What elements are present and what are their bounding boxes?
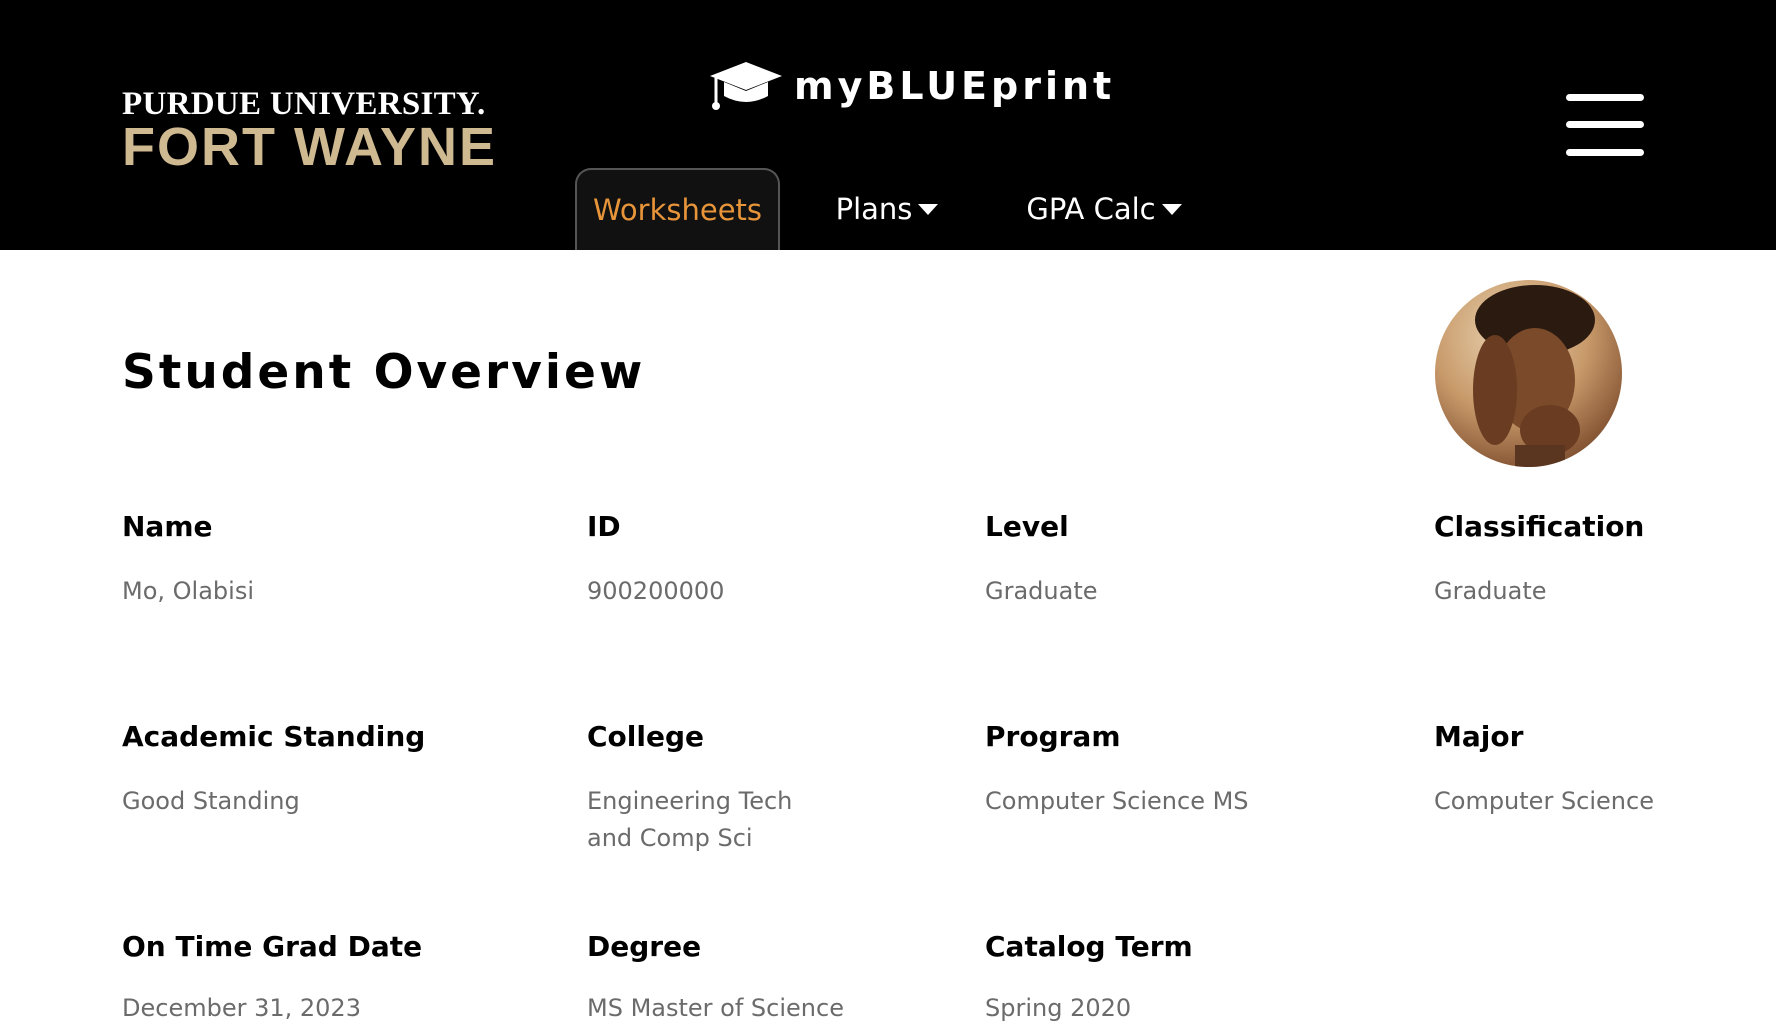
id-value: 900200000 <box>587 577 725 605</box>
classification-label: Classification <box>1434 510 1645 543</box>
college-value-line1: Engineering Tech <box>587 787 793 815</box>
tab-gpa-calc-label: GPA Calc <box>1026 192 1156 226</box>
university-logo[interactable]: PURDUE UNIVERSITY. FORT WAYNE <box>122 86 498 177</box>
catalog-term-label: Catalog Term <box>985 930 1193 963</box>
avatar <box>1435 280 1622 467</box>
degree-value: MS Master of Science <box>587 994 844 1022</box>
program-label: Program <box>985 720 1121 753</box>
on-time-grad-date-label: On Time Grad Date <box>122 930 423 963</box>
academic-standing-label: Academic Standing <box>122 720 426 753</box>
main-nav: Worksheets Plans GPA Calc <box>0 168 1776 250</box>
tab-plans-label: Plans <box>835 192 913 226</box>
program-value: Computer Science MS <box>985 787 1249 815</box>
level-label: Level <box>985 510 1069 543</box>
on-time-grad-date-value: December 31, 2023 <box>122 994 361 1022</box>
major-value: Computer Science <box>1434 787 1654 815</box>
caret-down-icon <box>1161 203 1182 215</box>
brand-name: myBLUEprint <box>794 64 1116 108</box>
academic-standing-value: Good Standing <box>122 787 300 815</box>
tab-worksheets[interactable]: Worksheets <box>575 168 780 250</box>
college-label: College <box>587 720 705 753</box>
id-label: ID <box>587 510 621 543</box>
hamburger-menu-icon[interactable] <box>1566 94 1644 156</box>
page-title: Student Overview <box>122 345 646 400</box>
name-label: Name <box>122 510 213 543</box>
catalog-term-value: Spring 2020 <box>985 994 1132 1022</box>
college-value-line2: and Comp Sci <box>587 824 753 852</box>
brand[interactable]: myBLUEprint <box>708 58 1115 114</box>
graduation-cap-icon <box>708 58 784 114</box>
tab-worksheets-label: Worksheets <box>592 193 763 227</box>
tab-gpa-calc[interactable]: GPA Calc <box>1024 168 1184 250</box>
tab-plans[interactable]: Plans <box>832 168 942 250</box>
degree-label: Degree <box>587 930 702 963</box>
caret-down-icon <box>918 203 939 215</box>
level-value: Graduate <box>985 577 1098 605</box>
classification-value: Graduate <box>1434 577 1547 605</box>
major-label: Major <box>1434 720 1524 753</box>
top-header: PURDUE UNIVERSITY. FORT WAYNE myBLUEprin… <box>0 0 1776 250</box>
name-value: Mo, Olabisi <box>122 577 254 605</box>
logo-line2: FORT WAYNE <box>122 117 498 177</box>
